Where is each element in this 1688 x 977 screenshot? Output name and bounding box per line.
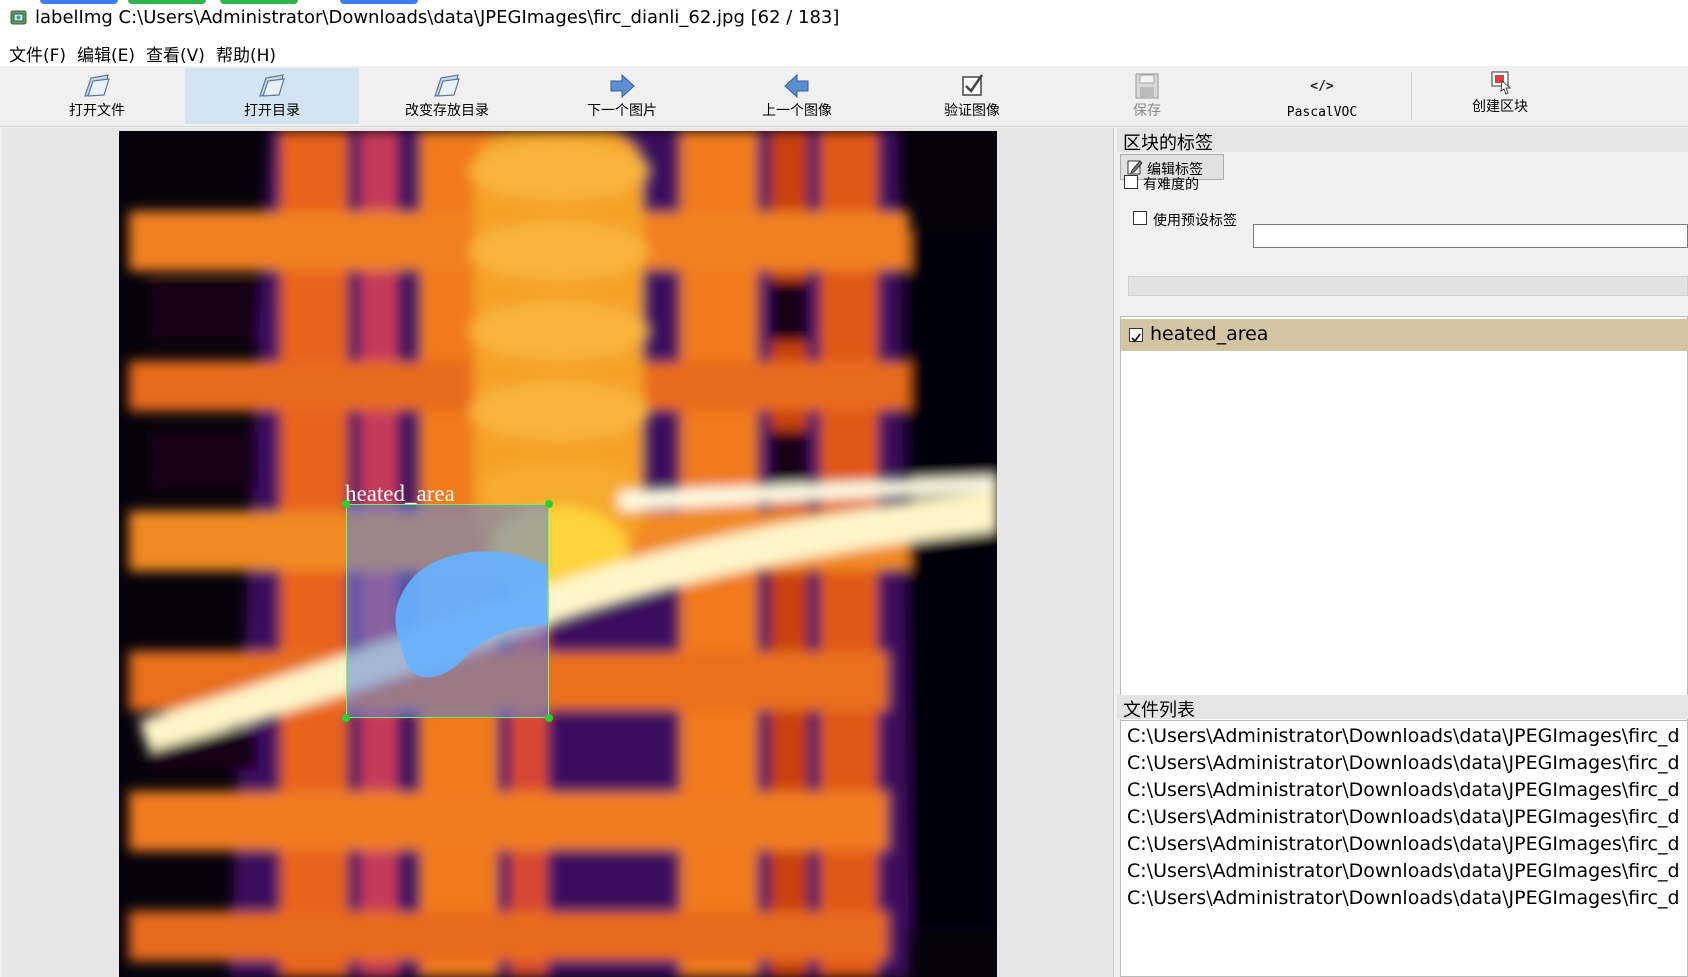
change-save-dir-label: 改变存放目录 (405, 103, 489, 119)
menu-file[interactable]: 文件(F) (9, 41, 66, 66)
arrow-left-icon (784, 73, 809, 99)
taskbar-strips (0, 0, 1688, 4)
annotation-box[interactable] (342, 500, 553, 722)
box-handle-top-right[interactable] (545, 500, 553, 508)
folder-icon (84, 74, 110, 97)
file-list-item[interactable]: C:\Users\Administrator\Downloads\data\JP… (1127, 833, 1680, 855)
verify-image-label: 验证图像 (944, 103, 1000, 119)
save-label: 保存 (1133, 103, 1161, 119)
thermal-image-art (119, 131, 997, 977)
file-list-item[interactable]: C:\Users\Administrator\Downloads\data\JP… (1127, 779, 1680, 801)
create-rect-icon (1491, 71, 1512, 95)
code-tag-icon: </> (1310, 79, 1334, 94)
open-dir-button[interactable]: 打开目录 (185, 68, 359, 124)
box-handle-bottom-right[interactable] (545, 714, 553, 722)
checkmark-icon (1131, 333, 1141, 343)
use-default-label-text: 使用预设标签 (1153, 213, 1237, 229)
menu-help[interactable]: 帮助(H) (216, 41, 276, 66)
box-hotspot (395, 551, 547, 678)
file-list-item[interactable]: C:\Users\Administrator\Downloads\data\JP… (1127, 752, 1680, 774)
thermal-image: heated_area (119, 131, 997, 977)
label-item-name: heated_area (1150, 323, 1269, 345)
file-list[interactable]: C:\Users\Administrator\Downloads\data\JP… (1120, 720, 1688, 977)
right-dock: 区块的标签 编辑标签 有难度的 使用预设标签 heated_area 文件列表 … (1117, 128, 1688, 977)
menu-view[interactable]: 查看(V) (146, 41, 205, 66)
open-file-button[interactable]: 打开文件 (10, 68, 184, 124)
difficult-checkbox[interactable] (1124, 175, 1138, 189)
file-list-item[interactable]: C:\Users\Administrator\Downloads\data\JP… (1127, 725, 1680, 747)
verify-image-button[interactable]: 验证图像 (885, 68, 1059, 124)
create-box-label: 创建区块 (1472, 99, 1528, 115)
save-button[interactable]: 保存 (1060, 68, 1234, 124)
change-save-dir-button[interactable]: 改变存放目录 (360, 68, 534, 124)
svg-text:</>: </> (1310, 79, 1334, 94)
floppy-disk-icon (1135, 73, 1159, 99)
menu-bar: 文件(F) 编辑(E) 查看(V) 帮助(H) (0, 36, 1688, 66)
folder-icon (259, 74, 285, 97)
format-label: PascalVOC (1286, 105, 1358, 120)
menu-edit[interactable]: 编辑(E) (77, 41, 135, 66)
box-handle-top-left[interactable] (342, 500, 350, 508)
difficult-label: 有难度的 (1143, 177, 1199, 193)
default-label-input[interactable] (1253, 224, 1688, 248)
open-file-label: 打开文件 (69, 103, 125, 119)
label-list-item[interactable]: heated_area (1121, 319, 1688, 351)
box-labels-title: 区块的标签 (1123, 133, 1213, 154)
checkbox-verify-icon (962, 74, 984, 96)
prev-image-button[interactable]: 上一个图像 (710, 68, 884, 124)
prev-image-label: 上一个图像 (762, 103, 832, 119)
next-image-button[interactable]: 下一个图片 (535, 68, 709, 124)
use-default-label-checkbox[interactable] (1133, 211, 1147, 225)
label-item-checkbox[interactable] (1129, 328, 1143, 343)
label-combo-box[interactable] (1128, 276, 1688, 296)
folder-icon (434, 74, 460, 97)
create-box-button[interactable]: 创建区块 (1413, 68, 1587, 124)
file-list-title: 文件列表 (1123, 700, 1195, 721)
window-title: labelImg C:\Users\Administrator\Download… (35, 7, 840, 28)
file-list-header (1117, 695, 1688, 719)
file-list-item[interactable]: C:\Users\Administrator\Downloads\data\JP… (1127, 806, 1680, 828)
labelimg-app-icon (10, 10, 27, 25)
file-list-item[interactable]: C:\Users\Administrator\Downloads\data\JP… (1127, 860, 1680, 882)
toolbar-separator (1411, 72, 1412, 120)
format-toggle-button[interactable]: </> PascalVOC (1235, 68, 1409, 124)
next-image-label: 下一个图片 (587, 103, 657, 119)
canvas-area[interactable]: heated_area (2, 128, 1114, 977)
title-bar: labelImg C:\Users\Administrator\Download… (0, 0, 1688, 36)
toolbar: 打开文件 打开目录 改变存放目录 下一个图片 上一个图像 验证图像 保存 </>… (0, 66, 1688, 127)
open-dir-label: 打开目录 (244, 103, 300, 119)
box-handle-bottom-left[interactable] (342, 714, 350, 722)
file-list-item[interactable]: C:\Users\Administrator\Downloads\data\JP… (1127, 887, 1680, 909)
edit-pencil-icon (1127, 160, 1143, 175)
arrow-right-icon (610, 73, 635, 99)
